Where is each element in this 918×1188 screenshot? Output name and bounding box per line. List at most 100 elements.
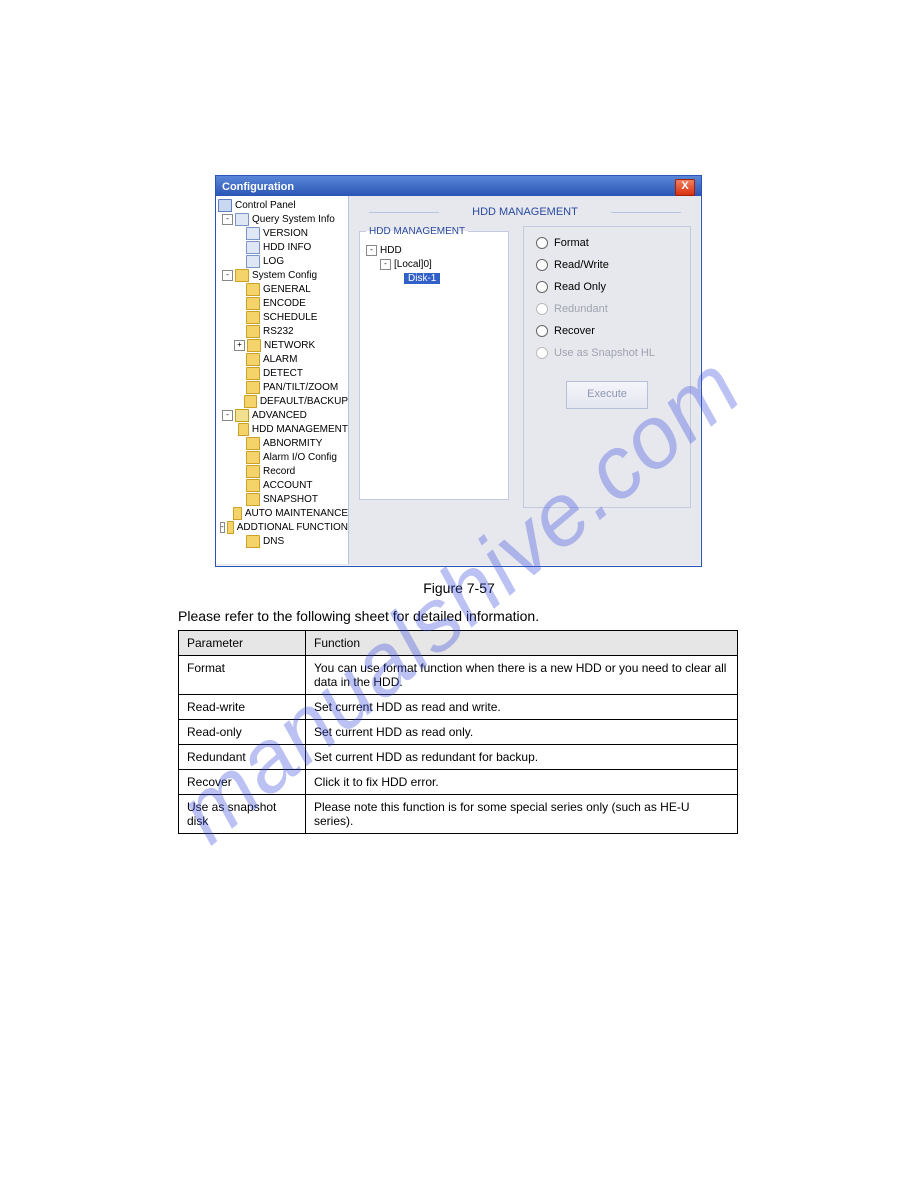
hdd-local-label: [Local]0] (394, 259, 432, 270)
tree-item[interactable]: SCHEDULE (216, 310, 348, 324)
tree-group[interactable]: - System Config (216, 268, 348, 282)
folder-icon (246, 353, 260, 366)
tree-item[interactable]: DEFAULT/BACKUP (216, 394, 348, 408)
tree-group-label: Query System Info (252, 214, 335, 225)
table-header-row: Parameter Function (179, 631, 738, 656)
folder-icon (246, 451, 260, 464)
tree-item[interactable]: PAN/TILT/ZOOM (216, 380, 348, 394)
tree-item-label: HDD MANAGEMENT (252, 424, 348, 435)
tree-item-label: SNAPSHOT (263, 494, 318, 505)
radio-readonly[interactable]: Read Only (536, 281, 678, 293)
radio-icon (536, 325, 548, 337)
tree-item[interactable]: HDD MANAGEMENT (216, 422, 348, 436)
tree-item[interactable]: VERSION (216, 226, 348, 240)
tree-item-label: VERSION (263, 228, 308, 239)
window-title: Configuration (222, 181, 294, 193)
table-cell: Please note this function is for some sp… (306, 795, 738, 834)
tree-group-label: ADDTIONAL FUNCTION (237, 522, 348, 533)
table-cell: Read-only (179, 720, 306, 745)
table-cell: You can use format function when there i… (306, 656, 738, 695)
folder-icon (235, 213, 249, 226)
tree-item[interactable]: Alarm I/O Config (216, 450, 348, 464)
tree-item[interactable]: + NETWORK (216, 338, 348, 352)
tree-item-label: PAN/TILT/ZOOM (263, 382, 338, 393)
tree-item[interactable]: ACCOUNT (216, 478, 348, 492)
table-row: Use as snapshot diskPlease note this fun… (179, 795, 738, 834)
expander-icon[interactable]: - (222, 214, 233, 225)
table-header: Function (306, 631, 738, 656)
tree-item-label: ALARM (263, 354, 297, 365)
radio-icon (536, 237, 548, 249)
doc-icon (246, 227, 260, 240)
expander-icon[interactable]: - (222, 410, 233, 421)
tree-item-label: DETECT (263, 368, 303, 379)
tree-item[interactable]: DNS (216, 534, 348, 548)
tree-item-label: GENERAL (263, 284, 311, 295)
radio-format[interactable]: Format (536, 237, 678, 249)
tree-item-label: LOG (263, 256, 284, 267)
folder-icon (227, 521, 234, 534)
radio-icon (536, 259, 548, 271)
tree-group[interactable]: - ADDTIONAL FUNCTION (216, 520, 348, 534)
table-cell: Redundant (179, 745, 306, 770)
tree-item[interactable]: ALARM (216, 352, 348, 366)
tree-item-label: Record (263, 466, 295, 477)
radio-icon (536, 347, 548, 359)
tree-item-label: DNS (263, 536, 284, 547)
folder-icon (246, 297, 260, 310)
tree-item[interactable]: ENCODE (216, 296, 348, 310)
configuration-window: Configuration X Control Panel - Query Sy… (215, 175, 702, 567)
table-cell: Set current HDD as redundant for backup. (306, 745, 738, 770)
tree-item[interactable]: LOG (216, 254, 348, 268)
hdd-local[interactable]: - [Local]0] (366, 257, 502, 271)
hdd-root[interactable]: - HDD (366, 243, 502, 257)
hdd-disk[interactable]: Disk-1 (366, 271, 502, 285)
tree-item-label: NETWORK (264, 340, 315, 351)
expander-icon[interactable]: - (222, 270, 233, 281)
folder-icon (246, 283, 260, 296)
table-cell: Set current HDD as read only. (306, 720, 738, 745)
doc-icon (246, 255, 260, 268)
tree-item[interactable]: DETECT (216, 366, 348, 380)
radio-icon (536, 303, 548, 315)
tree-item[interactable]: ABNORMITY (216, 436, 348, 450)
tree-root[interactable]: Control Panel (216, 198, 348, 212)
radio-label: Read Only (554, 281, 606, 293)
expander-icon[interactable]: - (220, 522, 225, 533)
panel-icon (218, 199, 232, 212)
folder-icon (233, 507, 242, 520)
folder-icon (246, 325, 260, 338)
expander-icon[interactable]: - (366, 245, 377, 256)
radio-recover[interactable]: Recover (536, 325, 678, 337)
hdd-disk-label: Disk-1 (404, 273, 440, 284)
folder-icon (246, 465, 260, 478)
tree-item[interactable]: HDD INFO (216, 240, 348, 254)
tree-item-label: HDD INFO (263, 242, 311, 253)
tree-item[interactable]: AUTO MAINTENANCE (216, 506, 348, 520)
folder-icon (238, 423, 249, 436)
tree-group[interactable]: - ADVANCED (216, 408, 348, 422)
radio-readwrite[interactable]: Read/Write (536, 259, 678, 271)
folder-icon (246, 493, 260, 506)
table-header: Parameter (179, 631, 306, 656)
tree-group[interactable]: - Query System Info (216, 212, 348, 226)
folder-icon (244, 395, 257, 408)
radio-label: Format (554, 237, 589, 249)
tree-item[interactable]: GENERAL (216, 282, 348, 296)
titlebar: Configuration X (216, 176, 701, 196)
radio-label: Use as Snapshot HL (554, 347, 655, 359)
table-cell: Set current HDD as read and write. (306, 695, 738, 720)
tree-item[interactable]: Record (216, 464, 348, 478)
nav-tree[interactable]: Control Panel - Query System Info VERSIO… (216, 196, 349, 564)
tree-item[interactable]: SNAPSHOT (216, 492, 348, 506)
folder-icon (246, 367, 260, 380)
tree-item[interactable]: RS232 (216, 324, 348, 338)
execute-button[interactable]: Execute (566, 381, 648, 409)
close-button[interactable]: X (675, 179, 695, 196)
expander-icon[interactable]: - (380, 259, 391, 270)
figure-caption: Figure 7-57 (0, 580, 918, 596)
table-cell: Recover (179, 770, 306, 795)
expander-icon[interactable]: + (234, 340, 245, 351)
hdd-legend: HDD MANAGEMENT (366, 226, 468, 237)
folder-icon (246, 535, 260, 548)
